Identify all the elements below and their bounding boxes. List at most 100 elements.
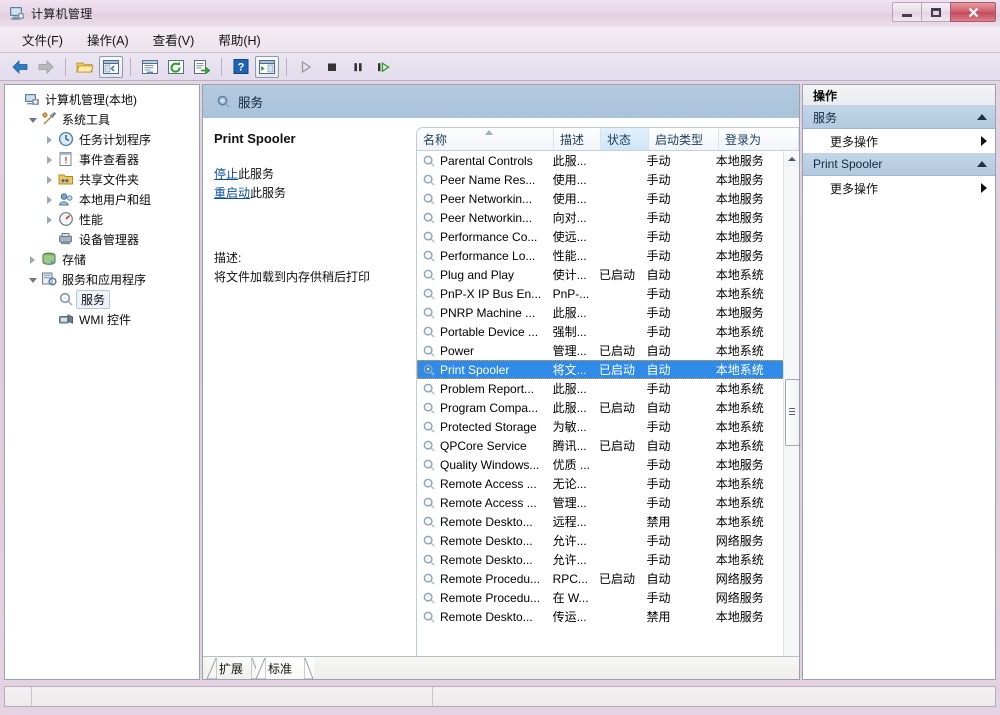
tree-item-10[interactable]: 服务 <box>11 289 199 309</box>
properties-icon[interactable] <box>138 56 162 78</box>
menu-view[interactable]: 查看(V) <box>141 27 207 52</box>
services-apps-icon <box>41 271 57 287</box>
table-row[interactable]: Problem Report...此服...手动本地系统 <box>417 379 785 398</box>
expand-triangle-icon[interactable] <box>28 254 39 265</box>
table-row[interactable]: QPCore Service腾讯...已启动自动本地系统 <box>417 436 785 455</box>
back-icon[interactable] <box>8 56 32 78</box>
stop-service-link[interactable]: 停止 <box>214 167 238 181</box>
table-row[interactable]: Remote Access ...管理...手动本地系统 <box>417 493 785 512</box>
cell-logon-as: 网络服务 <box>716 532 785 549</box>
tree-item-5[interactable]: 本地用户和组 <box>11 189 199 209</box>
cell-name-label: Peer Networkin... <box>440 211 532 225</box>
table-row[interactable]: Remote Deskto...允许...手动本地系统 <box>417 550 785 569</box>
table-row[interactable]: Peer Name Res...使用...手动本地服务 <box>417 170 785 189</box>
tree-item-8[interactable]: 存储 <box>11 249 199 269</box>
action-more-actions-services[interactable]: 更多操作 <box>803 129 995 153</box>
table-row[interactable]: Remote Procedu...RPC...已启动自动网络服务 <box>417 569 785 588</box>
table-row[interactable]: PnP-X IP Bus En...PnP-...手动本地系统 <box>417 284 785 303</box>
table-row[interactable]: Peer Networkin...向对...手动本地服务 <box>417 208 785 227</box>
list-rows[interactable]: Parental Controls此服...手动本地服务Peer Name Re… <box>417 151 785 680</box>
tree-item-9[interactable]: 服务和应用程序 <box>11 269 199 289</box>
collapse-up-icon[interactable] <box>977 114 987 120</box>
tree-item-0[interactable]: 计算机管理(本地) <box>11 89 199 109</box>
tree-item-label: 存储 <box>61 251 87 268</box>
open-folder-icon[interactable] <box>73 56 97 78</box>
service-gear-icon <box>422 401 436 415</box>
refresh-icon[interactable] <box>164 56 188 78</box>
pause-service-icon[interactable] <box>346 56 370 78</box>
scroll-up-button[interactable] <box>784 151 799 167</box>
tree-item-4[interactable]: 共享文件夹 <box>11 169 199 189</box>
expand-triangle-icon[interactable] <box>45 174 56 185</box>
table-row[interactable]: Protected Storage为敏...手动本地系统 <box>417 417 785 436</box>
restart-service-link[interactable]: 重启动 <box>214 186 250 200</box>
list-vertical-scrollbar[interactable] <box>783 151 799 680</box>
expand-triangle-icon[interactable] <box>45 134 56 145</box>
collapse-triangle-icon[interactable] <box>28 114 39 125</box>
table-row[interactable]: Remote Deskto...远程...禁用本地系统 <box>417 512 785 531</box>
tree-spacer <box>45 234 56 245</box>
tab-extended[interactable]: 扩展 <box>207 658 261 679</box>
menu-file[interactable]: 文件(F) <box>10 27 75 52</box>
console-tree-pane[interactable]: 计算机管理(本地)系统工具任务计划程序事件查看器共享文件夹本地用户和组性能设备管… <box>4 84 200 680</box>
actions-group-services[interactable]: 服务 <box>803 106 995 129</box>
expand-triangle-icon[interactable] <box>45 194 56 205</box>
table-row[interactable]: Print Spooler将文...已启动自动本地系统 <box>417 360 785 379</box>
table-row[interactable]: Remote Access ...无论...手动本地系统 <box>417 474 785 493</box>
collapse-triangle-icon[interactable] <box>28 274 39 285</box>
table-row[interactable]: Remote Deskto...传运...禁用本地服务 <box>417 607 785 626</box>
column-header-3[interactable]: 启动类型 <box>649 128 719 150</box>
forward-icon[interactable] <box>34 56 58 78</box>
menu-action[interactable]: 操作(A) <box>75 27 141 52</box>
maximize-button[interactable] <box>921 2 950 22</box>
column-header-2[interactable]: 状态 <box>601 128 649 150</box>
services-list[interactable]: 名称描述状态启动类型登录为 Parental Controls此服...手动本地… <box>416 127 799 680</box>
expand-triangle-icon[interactable] <box>45 154 56 165</box>
tree-item-label: 服务和应用程序 <box>61 271 147 288</box>
tree-item-2[interactable]: 任务计划程序 <box>11 129 199 149</box>
cell-name: Remote Deskto... <box>417 515 553 529</box>
table-row[interactable]: Plug and Play使计...已启动自动本地系统 <box>417 265 785 284</box>
tree-item-11[interactable]: WMI 控件 <box>11 309 199 329</box>
cell-startup-type: 自动 <box>647 342 716 359</box>
tab-standard[interactable]: 标准 <box>256 658 314 679</box>
minimize-button[interactable] <box>892 2 921 22</box>
stop-service-icon[interactable] <box>320 56 344 78</box>
table-row[interactable]: Quality Windows...优质 ...手动本地服务 <box>417 455 785 474</box>
expand-triangle-icon[interactable] <box>45 214 56 225</box>
table-row[interactable]: Peer Networkin...使用...手动本地服务 <box>417 189 785 208</box>
wmi-control-icon <box>58 311 74 327</box>
tree-item-3[interactable]: 事件查看器 <box>11 149 199 169</box>
tree-item-7[interactable]: 设备管理器 <box>11 229 199 249</box>
scrollbar-thumb[interactable] <box>785 379 799 446</box>
table-row[interactable]: Parental Controls此服...手动本地服务 <box>417 151 785 170</box>
column-header-4[interactable]: 登录为 <box>719 128 799 150</box>
table-row[interactable]: PNRP Machine ...此服...手动本地服务 <box>417 303 785 322</box>
close-button[interactable] <box>950 2 996 22</box>
tree-item-1[interactable]: 系统工具 <box>11 109 199 129</box>
show-hide-tree-icon[interactable] <box>99 56 123 78</box>
export-list-icon[interactable] <box>190 56 214 78</box>
menu-help[interactable]: 帮助(H) <box>206 27 272 52</box>
service-gear-icon <box>422 230 436 244</box>
cell-name: Remote Deskto... <box>417 534 553 548</box>
table-row[interactable]: Remote Deskto...允许...手动网络服务 <box>417 531 785 550</box>
cell-description: 无论... <box>553 475 599 492</box>
table-row[interactable]: Power管理...已启动自动本地系统 <box>417 341 785 360</box>
table-row[interactable]: Portable Device ...强制...手动本地系统 <box>417 322 785 341</box>
column-header-0[interactable]: 名称 <box>417 128 554 150</box>
start-service-icon[interactable] <box>294 56 318 78</box>
action-more-actions-print-spooler[interactable]: 更多操作 <box>803 176 995 200</box>
collapse-up-icon[interactable] <box>977 161 987 167</box>
help-icon[interactable]: ? <box>229 56 253 78</box>
column-header-1[interactable]: 描述 <box>554 128 601 150</box>
table-row[interactable]: Remote Procedu...在 W...手动网络服务 <box>417 588 785 607</box>
table-row[interactable]: Program Compa...此服...已启动自动本地系统 <box>417 398 785 417</box>
table-row[interactable]: Performance Co...使远...手动本地服务 <box>417 227 785 246</box>
tree-item-6[interactable]: 性能 <box>11 209 199 229</box>
service-gear-icon <box>422 458 436 472</box>
table-row[interactable]: Performance Lo...性能...手动本地服务 <box>417 246 785 265</box>
restart-service-icon[interactable] <box>372 56 396 78</box>
show-action-pane-icon[interactable] <box>255 56 279 78</box>
actions-group-print-spooler[interactable]: Print Spooler <box>803 153 995 176</box>
